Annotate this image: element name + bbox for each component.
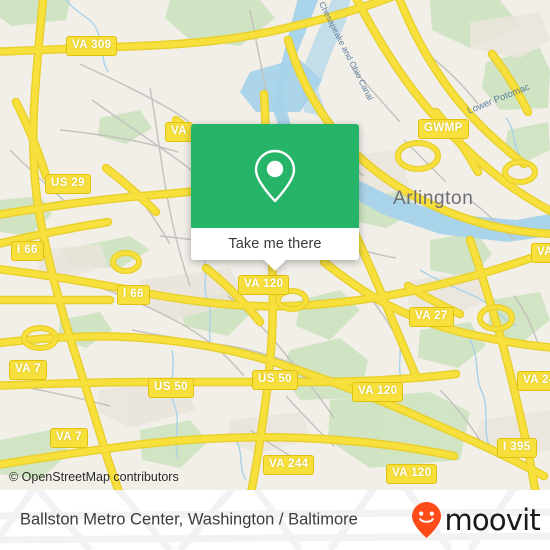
osm-attribution: © OpenStreetMap contributors (9, 470, 179, 484)
map-shield-va-309: VA 309 (66, 36, 118, 56)
map-shield-us-50-b: US 50 (252, 370, 298, 390)
map-shield-va-120-b: VA 120 (352, 382, 404, 402)
map-shield-va-7-a: VA 7 (9, 360, 47, 380)
map-shield-i-66-b: I 66 (117, 285, 150, 305)
map-shield-va-120-c: VA 120 (386, 464, 438, 484)
map-shield-va-244-a: VA 244 (517, 371, 550, 391)
moovit-smiley-pin-icon (412, 502, 442, 538)
popup-card-body[interactable]: Take me there (191, 124, 359, 260)
map-shield-us-29: US 29 (45, 174, 91, 194)
popup-card-pointer (264, 260, 286, 271)
location-title: Ballston Metro Center, Washington / Balt… (20, 510, 358, 529)
map-shield-i-395: I 395 (497, 438, 537, 458)
moovit-map-screen: Arlington Lower Potomac Chesapeake and O… (0, 0, 550, 550)
map-shield-i-66-a: I 66 (11, 241, 44, 261)
take-me-there-popup[interactable]: Take me there (191, 124, 359, 271)
map-shield-va-244-b: VA 244 (263, 455, 315, 475)
footer-bar: Ballston Metro Center, Washington / Balt… (0, 490, 550, 550)
map-shield-gwmp: GWMP (418, 119, 469, 139)
map-shield-va-7-b: VA 7 (50, 428, 88, 448)
map-shield-va-120-a: VA 120 (238, 275, 290, 295)
popup-card-image (191, 124, 359, 228)
map-city-label-arlington: Arlington (393, 188, 474, 209)
map-pin-icon (254, 149, 296, 203)
map-shield-va-a: VA (165, 122, 193, 142)
map-shield-va-27: VA 27 (409, 307, 454, 327)
moovit-wordmark: moovit (444, 502, 540, 537)
popup-card-label[interactable]: Take me there (191, 228, 359, 260)
map-shield-va-b: VA (531, 243, 550, 263)
moovit-logo[interactable]: moovit (410, 501, 541, 539)
map-shield-us-50-a: US 50 (148, 378, 194, 398)
